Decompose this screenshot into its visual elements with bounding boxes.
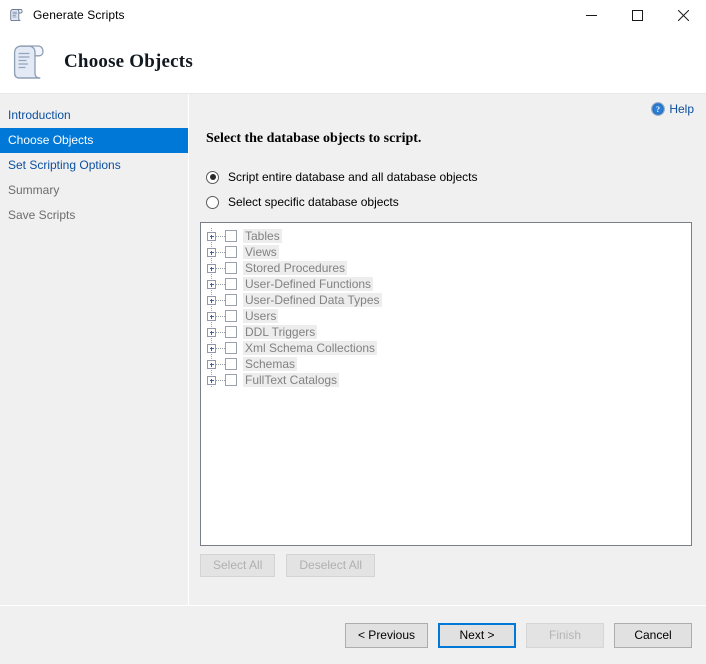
- finish-button[interactable]: Finish: [526, 623, 604, 648]
- tree-checkbox[interactable]: [225, 374, 237, 386]
- page-title: Choose Objects: [64, 50, 193, 72]
- tree-item-label: Views: [243, 245, 279, 259]
- tree-checkbox[interactable]: [225, 262, 237, 274]
- tree-item-ddl-triggers[interactable]: DDL Triggers: [207, 324, 691, 340]
- radio-label: Script entire database and all database …: [228, 170, 478, 184]
- radio-select-specific-objects[interactable]: Select specific database objects: [206, 191, 706, 213]
- tree-item-label: Schemas: [243, 357, 298, 371]
- tree-item-schemas[interactable]: Schemas: [207, 356, 691, 372]
- sidebar-item-choose-objects[interactable]: Choose Objects: [0, 128, 188, 153]
- tree-connector-dots: [216, 347, 225, 349]
- help-link[interactable]: ? Help: [651, 102, 694, 116]
- cancel-button[interactable]: Cancel: [614, 623, 692, 648]
- tree-item-fulltext-catalogs[interactable]: FullText Catalogs: [207, 372, 691, 388]
- sidebar-item-set-scripting-options[interactable]: Set Scripting Options: [0, 153, 188, 178]
- tree-item-label: Stored Procedures: [243, 261, 348, 275]
- tree-connector-dots: [216, 251, 225, 253]
- instruction-text: Select the database objects to script.: [206, 131, 422, 146]
- tree-checkbox[interactable]: [225, 358, 237, 370]
- tree-item-users[interactable]: Users: [207, 308, 691, 324]
- deselect-all-button[interactable]: Deselect All: [286, 554, 376, 577]
- tree-connector-dots: [216, 235, 225, 237]
- tree-selection-buttons: Select All Deselect All: [200, 554, 376, 577]
- expand-plus-icon[interactable]: [207, 279, 216, 289]
- footer-button-row: < Previous Next > Finish Cancel: [344, 623, 692, 648]
- script-scroll-icon: [8, 40, 52, 84]
- script-scroll-icon: [9, 7, 25, 23]
- tree-item-xml-schema-collections[interactable]: Xml Schema Collections: [207, 340, 691, 356]
- content-panel: ? Help Select the database objects to sc…: [192, 94, 706, 663]
- tree-item-label: FullText Catalogs: [243, 373, 340, 387]
- tree-item-label: Xml Schema Collections: [243, 341, 378, 355]
- tree-checkbox[interactable]: [225, 246, 237, 258]
- body-area: Introduction Choose Objects Set Scriptin…: [0, 94, 706, 663]
- expand-plus-icon[interactable]: [207, 311, 216, 321]
- radio-mark: [206, 195, 219, 209]
- wizard-footer: < Previous Next > Finish Cancel: [0, 605, 706, 664]
- expand-plus-icon[interactable]: [207, 231, 216, 241]
- tree-item-label: Users: [243, 309, 279, 323]
- expand-plus-icon[interactable]: [207, 327, 216, 337]
- object-tree-panel[interactable]: Tables Views Stored Procedures User-Defi…: [200, 222, 692, 546]
- next-button[interactable]: Next >: [438, 623, 516, 648]
- radio-script-entire-database[interactable]: Script entire database and all database …: [206, 166, 706, 188]
- tree-item-label: User-Defined Functions: [243, 277, 374, 291]
- sidebar-item-save-scripts: Save Scripts: [8, 208, 76, 222]
- expand-plus-icon[interactable]: [207, 263, 216, 273]
- tree-checkbox[interactable]: [225, 278, 237, 290]
- tree-checkbox[interactable]: [225, 342, 237, 354]
- tree-connector-dots: [216, 379, 225, 381]
- sidebar-item-introduction[interactable]: Introduction: [0, 103, 188, 128]
- select-all-button[interactable]: Select All: [200, 554, 276, 577]
- tree-item-user-defined-data-types[interactable]: User-Defined Data Types: [207, 292, 691, 308]
- tree-item-tables[interactable]: Tables: [207, 228, 691, 244]
- minimize-icon[interactable]: [568, 0, 614, 30]
- tree-checkbox[interactable]: [225, 310, 237, 322]
- svg-text:?: ?: [656, 105, 660, 114]
- object-tree-list: Tables Views Stored Procedures User-Defi…: [201, 223, 691, 388]
- window-controls: [568, 0, 706, 30]
- tree-checkbox[interactable]: [225, 294, 237, 306]
- page-header: Choose Objects: [0, 30, 706, 94]
- radio-label: Select specific database objects: [228, 195, 399, 209]
- help-circle-icon: ?: [651, 102, 666, 116]
- tree-item-label: User-Defined Data Types: [243, 293, 382, 307]
- tree-connector-dots: [216, 283, 225, 285]
- expand-plus-icon[interactable]: [207, 359, 216, 369]
- tree-item-label: DDL Triggers: [243, 325, 318, 339]
- window-title: Generate Scripts: [33, 8, 125, 22]
- radio-mark: [206, 170, 219, 184]
- help-label: Help: [669, 102, 694, 116]
- maximize-icon[interactable]: [614, 0, 660, 30]
- sidebar-item-summary: Summary: [8, 183, 60, 197]
- tree-item-views[interactable]: Views: [207, 244, 691, 260]
- title-bar: Generate Scripts: [0, 0, 706, 30]
- scope-radio-group: Script entire database and all database …: [206, 166, 706, 213]
- expand-plus-icon[interactable]: [207, 295, 216, 305]
- close-icon[interactable]: [660, 0, 706, 30]
- expand-plus-icon[interactable]: [207, 343, 216, 353]
- expand-plus-icon[interactable]: [207, 247, 216, 257]
- tree-connector-dots: [216, 267, 225, 269]
- previous-button[interactable]: < Previous: [344, 623, 428, 648]
- wizard-sidebar: Introduction Choose Objects Set Scriptin…: [0, 94, 188, 663]
- tree-checkbox[interactable]: [225, 230, 237, 242]
- tree-item-stored-procedures[interactable]: Stored Procedures: [207, 260, 691, 276]
- tree-connector-dots: [216, 299, 225, 301]
- tree-item-label: Tables: [243, 229, 282, 243]
- tree-connector-dots: [216, 363, 225, 365]
- tree-connector-dots: [216, 315, 225, 317]
- tree-item-user-defined-functions[interactable]: User-Defined Functions: [207, 276, 691, 292]
- expand-plus-icon[interactable]: [207, 375, 216, 385]
- tree-checkbox[interactable]: [225, 326, 237, 338]
- tree-connector-dots: [216, 331, 225, 333]
